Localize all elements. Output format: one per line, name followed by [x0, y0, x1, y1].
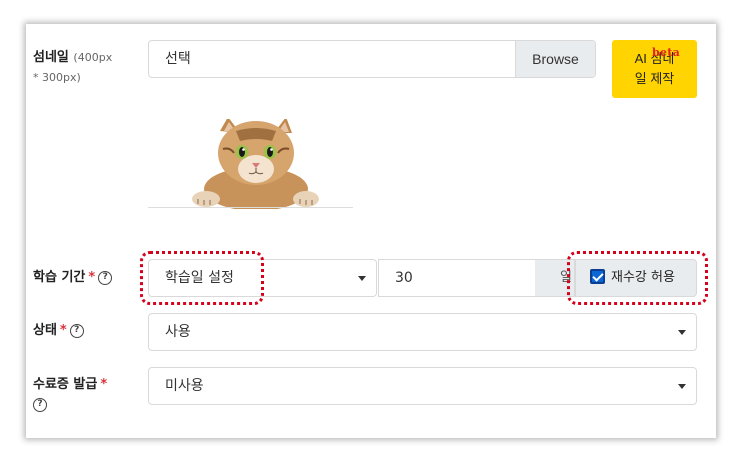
certificate-select-value: 미사용 [165, 378, 204, 394]
chevron-down-icon [678, 384, 686, 389]
certificate-label: 수료증 발급 * ? [33, 375, 133, 415]
ai-thumbnail-button[interactable]: beta AI 섬네 일 제작 [612, 40, 697, 98]
thumbnail-size-hint: (400px [73, 51, 113, 64]
status-label-text: 상태 [33, 323, 57, 338]
study-period-label-text: 학습 기간 [33, 270, 86, 285]
thumbnail-baseline [148, 207, 353, 208]
status-select-value: 사용 [165, 324, 191, 340]
required-mark: * [100, 377, 108, 392]
help-icon[interactable]: ? [98, 270, 113, 285]
status-select[interactable]: 사용 [148, 313, 697, 351]
thumbnail-label: 섬네일 (400px * 300px) [33, 48, 133, 88]
study-days-input[interactable]: 30 [378, 259, 536, 297]
chevron-down-icon [358, 276, 366, 281]
file-placeholder: 선택 [165, 51, 191, 67]
thumbnail-size-hint-2: * 300px) [33, 71, 81, 84]
study-period-label: 학습 기간 *? [33, 268, 113, 288]
browse-button[interactable]: Browse [515, 41, 595, 77]
study-days-value: 30 [395, 270, 413, 286]
required-mark: * [88, 270, 96, 285]
highlight-box-period [140, 251, 264, 305]
beta-badge: beta [652, 46, 681, 59]
form-panel: 섬네일 (400px * 300px) 선택 Browse beta AI 섬네… [26, 24, 716, 438]
thumbnail-preview-image [192, 119, 319, 209]
help-icon[interactable]: ? [69, 323, 84, 338]
thumbnail-file-input[interactable]: 선택 Browse [148, 40, 596, 78]
highlight-box-retake [567, 251, 708, 305]
chevron-down-icon [678, 330, 686, 335]
certificate-select[interactable]: 미사용 [148, 367, 697, 405]
required-mark: * [59, 323, 67, 338]
certificate-label-text: 수료증 발급 [33, 377, 98, 392]
help-icon[interactable]: ? [33, 397, 47, 412]
thumbnail-label-text: 섬네일 [33, 50, 69, 65]
status-label: 상태 *? [33, 321, 84, 341]
ai-button-label-2: 일 제작 [634, 71, 675, 86]
